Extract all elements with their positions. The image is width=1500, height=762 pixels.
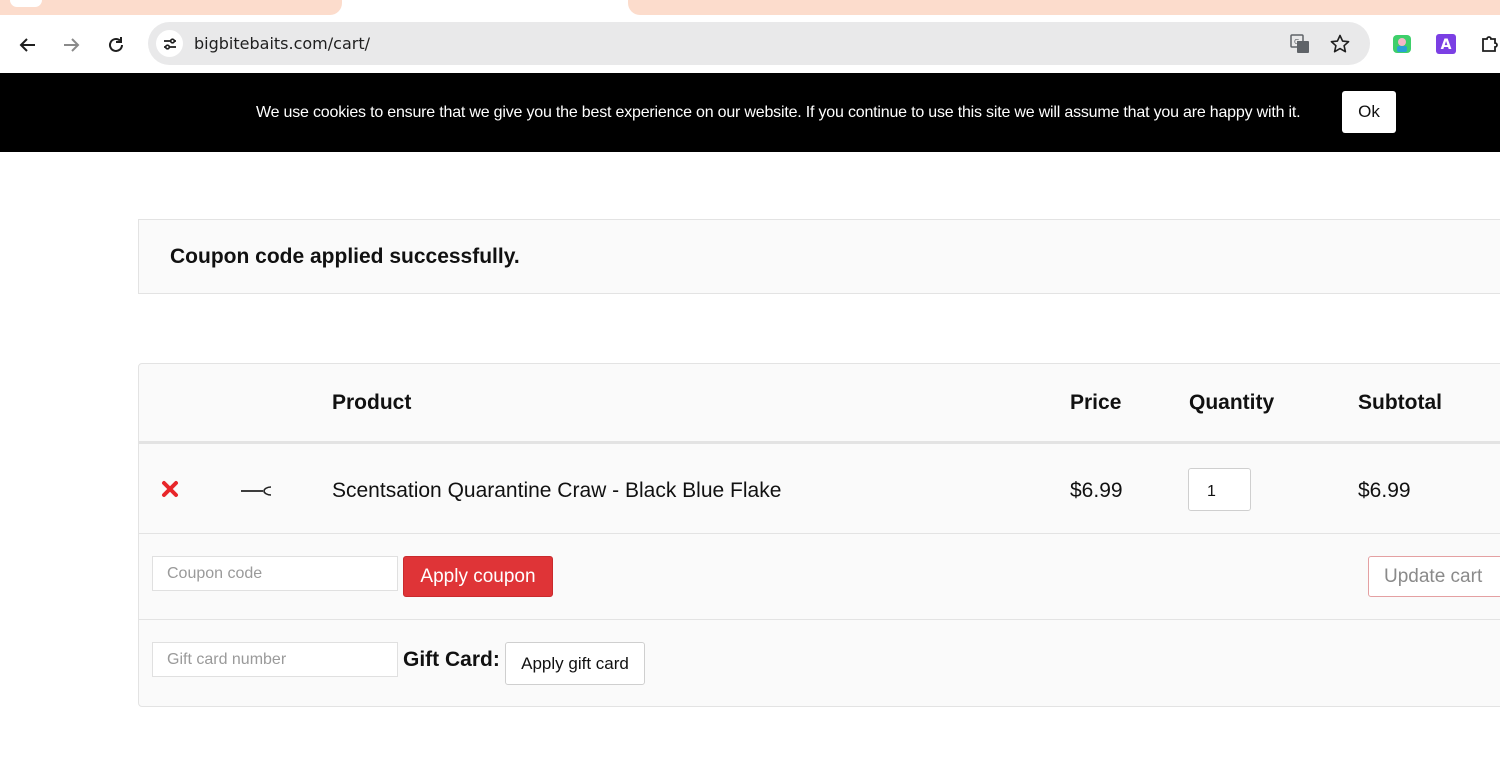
back-button[interactable] xyxy=(13,30,43,60)
header-product: Product xyxy=(332,391,412,414)
cookie-message: We use cookies to ensure that we give yo… xyxy=(256,104,1301,121)
remove-item-button[interactable] xyxy=(159,477,181,501)
browser-toolbar: bigbitebaits.com/cart/ G A xyxy=(0,22,1500,72)
coupon-success-notice: Coupon code applied successfully. xyxy=(138,219,1500,294)
star-icon xyxy=(1330,34,1350,53)
svg-text:G: G xyxy=(1294,38,1299,46)
header-subtotal: Subtotal xyxy=(1358,391,1442,414)
apply-coupon-button[interactable]: Apply coupon xyxy=(403,556,553,597)
address-bar[interactable]: bigbitebaits.com/cart/ G xyxy=(148,22,1370,65)
bookmark-button[interactable] xyxy=(1328,32,1352,56)
arrow-left-icon xyxy=(19,38,35,52)
cookie-banner: We use cookies to ensure that we give yo… xyxy=(0,73,1500,152)
extension-green-icon xyxy=(1393,35,1411,53)
extensions-menu-button[interactable] xyxy=(1478,32,1500,56)
gift-card-label: Gift Card: xyxy=(403,648,500,671)
product-thumbnail[interactable] xyxy=(239,480,275,500)
inactive-tab[interactable] xyxy=(0,0,342,15)
gift-card-input[interactable] xyxy=(152,642,398,677)
gift-card-row: Gift Card: Apply gift card xyxy=(139,620,1500,706)
reload-button[interactable] xyxy=(101,30,131,60)
extension-green-button[interactable] xyxy=(1390,32,1414,56)
cookie-ok-button[interactable]: Ok xyxy=(1342,91,1396,133)
arrow-right-icon xyxy=(64,38,80,52)
site-info-button[interactable] xyxy=(156,30,183,57)
apply-gift-card-button[interactable]: Apply gift card xyxy=(505,642,645,685)
coupon-code-input[interactable] xyxy=(152,556,398,591)
inactive-tab-area[interactable] xyxy=(628,0,1500,15)
puzzle-icon xyxy=(1482,36,1498,52)
extension-a-icon: A xyxy=(1436,34,1456,54)
close-icon xyxy=(162,481,178,497)
cart-item-row: Scentsation Quarantine Craw - Black Blue… xyxy=(139,447,1500,534)
coupon-row: Apply coupon Update cart xyxy=(139,534,1500,620)
cart-table-header: Product Price Quantity Subtotal xyxy=(139,364,1500,444)
forward-button[interactable] xyxy=(56,30,86,60)
product-name-link[interactable]: Scentsation Quarantine Craw - Black Blue… xyxy=(332,479,781,503)
product-price: $6.99 xyxy=(1070,479,1123,502)
reload-icon xyxy=(109,37,123,52)
extension-a-button[interactable]: A xyxy=(1434,32,1458,56)
url-text[interactable]: bigbitebaits.com/cart/ xyxy=(194,34,370,53)
tab-edge xyxy=(10,0,42,7)
tab-strip xyxy=(0,0,1500,22)
product-subtotal: $6.99 xyxy=(1358,479,1411,502)
svg-text:A: A xyxy=(1441,37,1452,53)
translate-button[interactable]: G xyxy=(1288,32,1312,56)
translate-icon: G xyxy=(1290,34,1309,53)
update-cart-button[interactable]: Update cart xyxy=(1368,556,1500,597)
notice-message: Coupon code applied successfully. xyxy=(170,245,520,268)
header-quantity: Quantity xyxy=(1189,391,1275,414)
tune-icon xyxy=(163,37,176,50)
header-price: Price xyxy=(1070,391,1122,414)
quantity-input[interactable] xyxy=(1188,468,1251,511)
cart-table: Product Price Quantity Subtotal Scentsat… xyxy=(138,363,1500,707)
